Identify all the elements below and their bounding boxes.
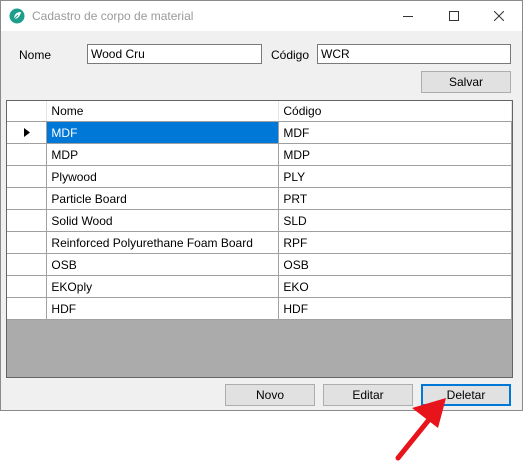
editar-button[interactable]: Editar xyxy=(323,384,413,406)
close-icon xyxy=(494,11,504,21)
materials-table: Nome Código MDF MDF MDP MDP Plywood PLY Partic… xyxy=(7,101,512,320)
row-header[interactable] xyxy=(7,231,48,254)
minimize-button[interactable] xyxy=(385,1,431,31)
grid-header-row: Nome Código xyxy=(7,101,512,122)
cell-codigo[interactable]: SLD xyxy=(278,209,512,232)
cell-nome[interactable]: Solid Wood xyxy=(46,209,280,232)
minimize-icon xyxy=(403,16,413,17)
table-row[interactable]: Reinforced Polyurethane Foam Board RPF xyxy=(7,231,512,254)
app-icon xyxy=(9,8,25,24)
salvar-button[interactable]: Salvar xyxy=(421,71,511,93)
row-pointer-icon xyxy=(23,128,30,137)
materials-grid[interactable]: Nome Código MDF MDF MDP MDP Plywood PLY Partic… xyxy=(6,100,513,378)
cell-codigo[interactable]: OSB xyxy=(278,253,512,276)
maximize-button[interactable] xyxy=(431,1,477,31)
cell-codigo[interactable]: RPF xyxy=(278,231,512,254)
table-row[interactable]: MDF MDF xyxy=(7,121,512,144)
cell-codigo[interactable]: EKO xyxy=(278,275,512,298)
row-header[interactable] xyxy=(7,121,48,144)
cell-nome[interactable]: HDF xyxy=(46,297,280,320)
table-row[interactable]: Particle Board PRT xyxy=(7,187,512,210)
table-row[interactable]: Plywood PLY xyxy=(7,165,512,188)
cell-nome[interactable]: MDF xyxy=(46,121,280,144)
novo-button[interactable]: Novo xyxy=(225,384,315,406)
cell-nome[interactable]: Particle Board xyxy=(46,187,280,210)
maximize-icon xyxy=(449,11,459,21)
codigo-label: Código xyxy=(271,48,310,62)
row-header[interactable] xyxy=(7,165,48,188)
close-button[interactable] xyxy=(476,1,522,31)
cell-codigo[interactable]: HDF xyxy=(278,297,512,320)
cell-nome[interactable]: Plywood xyxy=(46,165,280,188)
cell-codigo[interactable]: PRT xyxy=(278,187,512,210)
main-window: Cadastro de corpo de material Nome Códig… xyxy=(0,0,523,411)
cell-nome[interactable]: OSB xyxy=(46,253,280,276)
cell-nome[interactable]: Reinforced Polyurethane Foam Board xyxy=(46,231,280,254)
cell-codigo[interactable]: PLY xyxy=(278,165,512,188)
row-header[interactable] xyxy=(7,253,48,276)
table-row[interactable]: HDF HDF xyxy=(7,297,512,320)
row-header[interactable] xyxy=(7,187,48,210)
window-title: Cadastro de corpo de material xyxy=(32,9,194,23)
cell-nome[interactable]: EKOply xyxy=(46,275,280,298)
table-row[interactable]: EKOply EKO xyxy=(7,275,512,298)
column-header-nome[interactable]: Nome xyxy=(46,101,280,122)
deletar-button[interactable]: Deletar xyxy=(421,384,511,406)
table-row[interactable]: MDP MDP xyxy=(7,143,512,166)
row-header[interactable] xyxy=(7,275,48,298)
table-row[interactable]: Solid Wood SLD xyxy=(7,209,512,232)
nome-label: Nome xyxy=(19,48,52,62)
codigo-input[interactable] xyxy=(317,44,511,64)
title-bar[interactable]: Cadastro de corpo de material xyxy=(1,1,522,31)
cell-nome[interactable]: MDP xyxy=(46,143,280,166)
column-header-codigo[interactable]: Código xyxy=(278,101,512,122)
table-row[interactable]: OSB OSB xyxy=(7,253,512,276)
row-header[interactable] xyxy=(7,143,48,166)
nome-input[interactable] xyxy=(87,44,262,64)
cell-codigo[interactable]: MDF xyxy=(278,121,512,144)
cell-codigo[interactable]: MDP xyxy=(278,143,512,166)
row-header[interactable] xyxy=(7,297,48,320)
row-header-corner xyxy=(7,101,48,122)
row-header[interactable] xyxy=(7,209,48,232)
